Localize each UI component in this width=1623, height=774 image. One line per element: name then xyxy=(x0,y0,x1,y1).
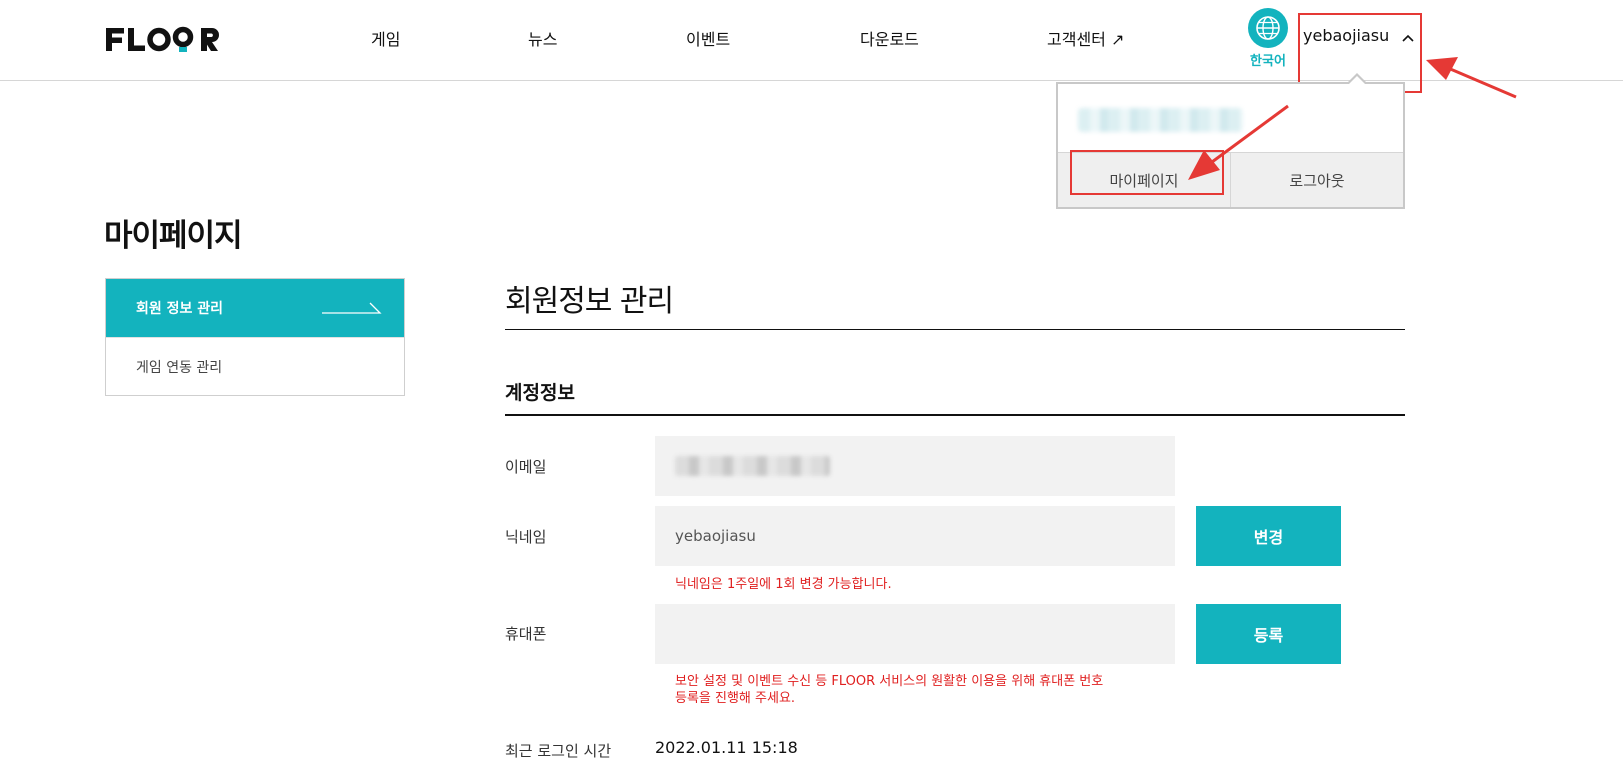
sidebar-item-label: 회원 정보 관리 xyxy=(136,301,224,317)
nickname-label: 닉네임 xyxy=(505,528,547,546)
nav-customer-center[interactable]: 고객센터 ↗ xyxy=(1047,26,1124,50)
email-field xyxy=(655,436,1175,496)
language-selector[interactable]: 한국어 xyxy=(1246,8,1290,69)
last-login-label: 최근 로그인 시간 xyxy=(505,742,612,760)
divider xyxy=(505,329,1405,330)
section-title: 회원정보 관리 xyxy=(505,284,674,319)
blurred-account-email xyxy=(1078,108,1243,132)
phone-note-line-2: 등록을 진행해 주세요. xyxy=(675,691,796,706)
last-login-value: 2022.01.11 15:18 xyxy=(655,738,798,757)
sidebar: 회원 정보 관리 게임 연동 관리 xyxy=(105,278,405,396)
floor-logo[interactable] xyxy=(104,24,228,54)
phone-field xyxy=(655,604,1175,664)
page-title: 마이페이지 xyxy=(104,218,243,254)
phone-label: 휴대폰 xyxy=(505,625,547,643)
change-nickname-button[interactable]: 변경 xyxy=(1196,506,1341,566)
divider xyxy=(505,414,1405,416)
sidebar-item-label: 게임 연동 관리 xyxy=(136,359,223,376)
logout-button[interactable]: 로그아웃 xyxy=(1230,153,1403,207)
language-label: 한국어 xyxy=(1250,54,1286,69)
nav-game[interactable]: 게임 xyxy=(371,26,400,50)
nav-download[interactable]: 다운로드 xyxy=(860,26,919,50)
nav-event[interactable]: 이벤트 xyxy=(686,26,730,50)
phone-note-line-1: 보안 설정 및 이벤트 수신 등 FLOOR 서비스의 원활한 이용을 위해 휴… xyxy=(675,674,1104,689)
nav-news[interactable]: 뉴스 xyxy=(528,26,557,50)
account-info-title: 계정정보 xyxy=(505,382,575,404)
globe-icon xyxy=(1248,8,1288,48)
phone-note: 보안 설정 및 이벤트 수신 등 FLOOR 서비스의 원활한 이용을 위해 휴… xyxy=(675,673,1103,707)
register-phone-button[interactable]: 등록 xyxy=(1196,604,1341,664)
sidebar-item-member-info[interactable]: 회원 정보 관리 xyxy=(106,279,404,337)
arrow-right-icon xyxy=(322,301,382,319)
nickname-note: 닉네임은 1주일에 1회 변경 가능합니다. xyxy=(675,577,892,592)
nickname-value: yebaojiasu xyxy=(675,527,756,545)
sidebar-item-game-link[interactable]: 게임 연동 관리 xyxy=(106,337,404,395)
annotation-box-mypage xyxy=(1070,150,1224,195)
nickname-field: yebaojiasu xyxy=(655,506,1175,566)
email-label: 이메일 xyxy=(505,458,547,476)
blurred-email-value xyxy=(675,456,830,476)
